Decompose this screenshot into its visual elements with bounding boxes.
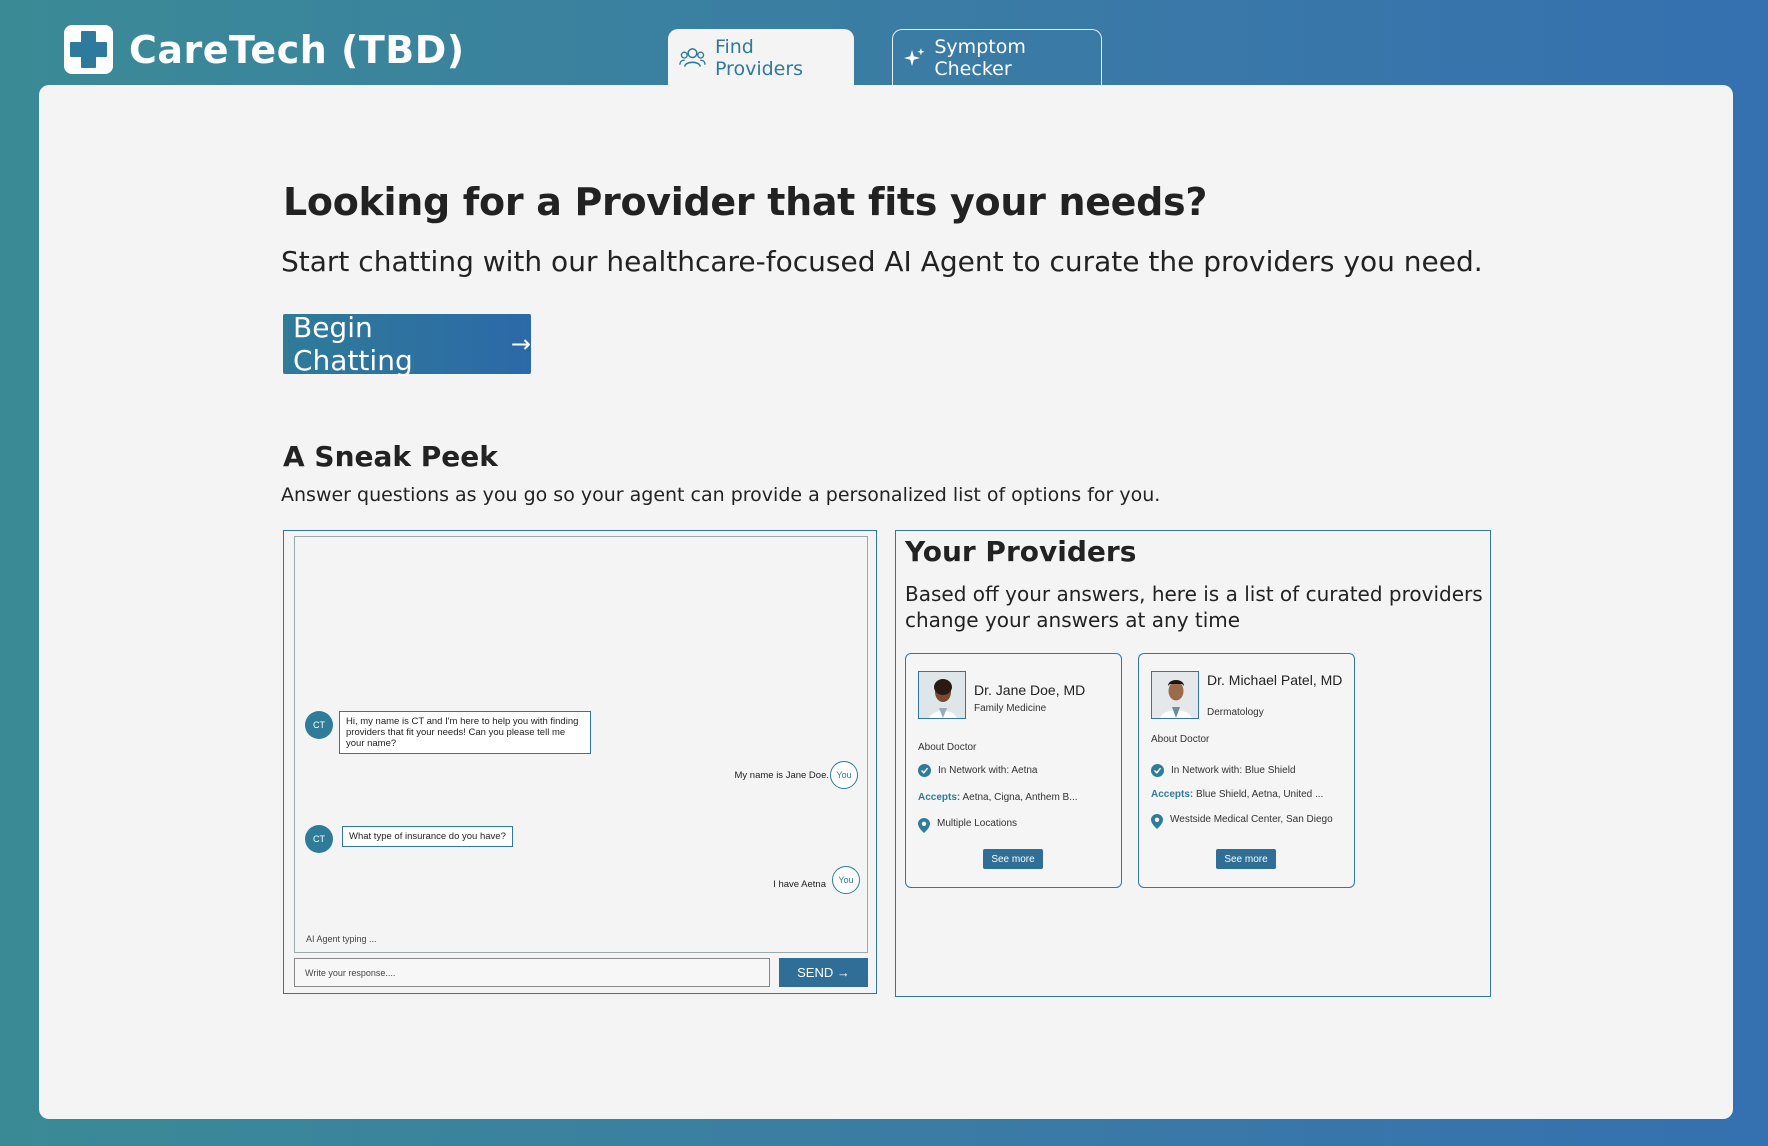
- doctor-name: Dr. Michael Patel, MD: [1207, 672, 1343, 688]
- doctor-name: Dr. Jane Doe, MD: [974, 682, 1086, 698]
- agent-avatar: CT: [305, 825, 333, 853]
- tab-symptom-checker-label: Symptom Checker: [934, 36, 1026, 80]
- hero-title: Looking for a Provider that fits your ne…: [283, 180, 1208, 224]
- accepts-label: Accepts:: [1151, 789, 1194, 800]
- see-more-button[interactable]: See more: [983, 849, 1043, 869]
- in-network-text: In Network with: Aetna: [938, 765, 1038, 776]
- brand-name: CareTech (TBD): [129, 27, 465, 72]
- doctor-photo: [918, 671, 966, 719]
- chat-preview: CT Hi, my name is CT and I'm here to hel…: [283, 530, 877, 994]
- providers-subtitle-line2: change your answers at any time: [905, 608, 1241, 632]
- accepts: Accepts: Aetna, Cigna, Anthem B...: [918, 792, 1078, 803]
- tab-find-providers[interactable]: Find Providers: [668, 29, 854, 86]
- agent-avatar: CT: [305, 711, 333, 739]
- location-text: Multiple Locations: [937, 818, 1018, 829]
- doctor-specialty: Dermatology: [1207, 707, 1264, 718]
- chat-response-input[interactable]: Write your response....: [294, 958, 770, 987]
- map-pin-icon: [1151, 814, 1163, 829]
- logo[interactable]: CareTech (TBD): [64, 25, 465, 74]
- sneak-peek-title: A Sneak Peek: [283, 440, 498, 473]
- medical-cross-icon: [64, 25, 113, 74]
- sparkles-icon: [904, 48, 925, 67]
- see-more-button[interactable]: See more: [1216, 849, 1276, 869]
- check-circle-icon: [1151, 764, 1164, 777]
- provider-card[interactable]: Dr. Jane Doe, MD Family Medicine About D…: [905, 653, 1122, 888]
- providers-subtitle: Based off your answers, here is a list o…: [905, 581, 1490, 633]
- location: Westside Medical Center, San Diego: [1151, 814, 1341, 829]
- tab-find-providers-label: Find Providers: [714, 35, 804, 80]
- user-avatar: You: [832, 866, 860, 894]
- user-message: I have Aetna: [773, 879, 826, 890]
- send-button[interactable]: SEND →: [779, 958, 868, 987]
- in-network-text: In Network with: Blue Shield: [1171, 765, 1296, 776]
- in-network: In Network with: Blue Shield: [1151, 764, 1296, 777]
- tab-symptom-checker[interactable]: Symptom Checker: [892, 29, 1102, 86]
- accepts-label: Accepts:: [918, 792, 961, 803]
- providers-preview: Your Providers Based off your answers, h…: [895, 530, 1491, 997]
- arrow-right-icon: →: [510, 330, 531, 358]
- providers-title: Your Providers: [905, 535, 1137, 568]
- users-icon: [679, 47, 706, 67]
- accepts: Accepts: Blue Shield, Aetna, United ...: [1151, 789, 1323, 800]
- location: Multiple Locations: [918, 818, 1017, 833]
- typing-indicator: AI Agent typing ...: [306, 934, 377, 944]
- begin-chatting-label: Begin Chatting: [293, 311, 413, 377]
- doctor-photo: [1151, 671, 1199, 719]
- sneak-peek-subtitle: Answer questions as you go so your agent…: [281, 484, 1161, 506]
- agent-message: What type of insurance do you have?: [342, 826, 513, 847]
- user-message: My name is Jane Doe.: [734, 770, 829, 781]
- about-doctor-link[interactable]: About Doctor: [1151, 734, 1209, 745]
- user-avatar: You: [830, 761, 858, 789]
- hero-subtitle: Start chatting with our healthcare-focus…: [281, 245, 1483, 278]
- location-text: Westside Medical Center, San Diego: [1170, 814, 1333, 825]
- about-doctor-link[interactable]: About Doctor: [918, 742, 976, 753]
- chat-messages: CT Hi, my name is CT and I'm here to hel…: [294, 536, 868, 953]
- map-pin-icon: [918, 818, 930, 833]
- accepts-text: Aetna, Cigna, Anthem B...: [962, 792, 1078, 803]
- in-network: In Network with: Aetna: [918, 764, 1038, 777]
- agent-message: Hi, my name is CT and I'm here to help y…: [339, 711, 591, 754]
- check-circle-icon: [918, 764, 931, 777]
- begin-chatting-button[interactable]: Begin Chatting →: [283, 311, 531, 377]
- accepts-text: Blue Shield, Aetna, United ...: [1196, 789, 1324, 800]
- doctor-specialty: Family Medicine: [974, 703, 1047, 714]
- providers-subtitle-line1: Based off your answers, here is a list o…: [905, 582, 1483, 606]
- provider-card[interactable]: Dr. Michael Patel, MD Dermatology About …: [1138, 653, 1355, 888]
